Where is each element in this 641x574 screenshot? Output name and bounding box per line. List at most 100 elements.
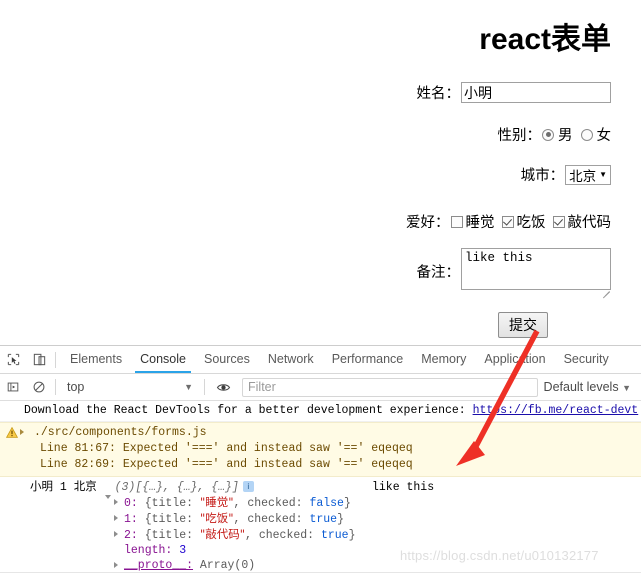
react-devtools-link[interactable]: https://fb.me/react-devt [473,404,639,417]
tab-performance[interactable]: Performance [323,346,413,373]
tab-security[interactable]: Security [555,346,618,373]
devtools-tabbar: Elements Console Sources Network Perform… [0,346,641,374]
clear-console-icon[interactable] [26,374,52,400]
array-length-value: 3 [179,544,187,557]
array-item-mid: , checked: [233,497,310,510]
log-levels-label: Default levels [543,380,619,394]
hobby-checkbox-code[interactable] [552,215,565,228]
tab-memory[interactable]: Memory [412,346,475,373]
expand-arrow-icon[interactable] [114,499,118,505]
chevron-down-icon: ▼ [599,169,607,179]
expand-arrow-icon[interactable] [114,562,118,568]
form-row-hobby: 爱好： 睡觉 吃饭 敲代码 [406,211,611,232]
array-item-mid: , checked: [233,513,310,526]
console-filter-input[interactable]: Filter [242,377,538,397]
warning-line-2: Line 82:69: Expected '===' and instead s… [40,458,413,471]
hobby-label-sleep: 睡觉 [465,215,495,231]
name-input[interactable] [461,82,611,103]
info-badge-icon[interactable]: i [242,481,254,492]
array-item-open: {title: [144,513,200,526]
toolbar-divider [55,351,56,368]
gender-label-male: 男 [558,128,573,144]
execution-context-value: top [67,380,85,394]
gender-label: 性别： [497,128,542,144]
submit-button[interactable]: 提交 [498,312,548,338]
array-item-title: "敲代码" [199,527,246,541]
warning-line-1: Line 81:67: Expected '===' and instead s… [40,442,413,455]
gender-radio-female[interactable] [580,128,593,141]
tab-sources[interactable]: Sources [195,346,259,373]
array-item-2: 2: {title: "敲代码", checked: true} [6,527,641,543]
toggle-device-toolbar-icon[interactable] [26,347,52,373]
array-item-0: 0: {title: "睡觉", checked: false} [6,495,641,511]
array-length-row: length: 3 [6,543,641,558]
warning-triangle-icon [5,426,19,438]
tab-application[interactable]: Application [475,346,554,373]
tab-console[interactable]: Console [131,346,195,373]
remark-label: 备注： [416,264,461,281]
array-item-open: {title: [144,497,200,510]
react-form-page: react表单 姓名： 性别： 男 女 城市： 北京 ▼ 爱好： 睡觉 [0,0,641,345]
array-item-open: {title: [144,529,200,542]
log-remark-value: like this [372,481,435,494]
expand-arrow-icon[interactable] [114,515,118,521]
console-log-header: 小明 1 北京 (3)[{…}, {…}, {…}] i like this [6,479,641,499]
console-sidebar-toggle-icon[interactable] [0,374,26,400]
log-gender: 1 [59,481,67,494]
log-levels-dropdown[interactable]: Default levels ▼ [544,380,641,394]
screenshot-root: react表单 姓名： 性别： 男 女 城市： 北京 ▼ 爱好： 睡觉 [0,0,641,574]
console-message-react-devtools: Download the React DevTools for a better… [0,401,641,422]
live-expression-eye-icon[interactable] [210,374,236,400]
city-select[interactable]: 北京 ▼ [565,164,611,185]
react-devtools-text: Download the React DevTools for a better… [24,404,473,417]
form-row-remark: 备注： [416,248,611,299]
console-log-group: 小明 1 北京 (3)[{…}, {…}, {…}] i like this 0:… [0,477,641,573]
hobby-checkbox-eat[interactable] [501,215,514,228]
warning-file-row: ./src/components/forms.js [0,425,641,441]
expand-arrow-icon[interactable] [114,531,118,537]
array-item-checked: true [320,529,349,542]
form-row-city: 城市： 北京 ▼ [521,164,611,185]
city-label: 城市： [520,168,565,184]
array-preview: [{…}, {…}, {…}] [135,481,239,494]
console-filterbar: top ▼ Filter Default levels ▼ [0,374,641,401]
inspect-element-icon[interactable] [0,347,26,373]
array-item-mid: , checked: [245,529,321,542]
array-item-1: 1: {title: "吃饭", checked: true} [6,511,641,527]
hobby-label: 爱好： [406,215,450,231]
page-title: react表单 [479,23,611,56]
array-item-checked: true [309,513,338,526]
hobby-checkbox-sleep[interactable] [450,215,463,228]
remark-textarea[interactable] [461,248,611,290]
gender-radio-male[interactable] [542,128,554,141]
form-row-name: 姓名： [416,82,611,103]
hobby-label-code: 敲代码 [567,215,612,231]
array-item-close: } [343,497,351,510]
tab-elements[interactable]: Elements [61,346,131,373]
console-output: Download the React DevTools for a better… [0,401,641,573]
array-item-checked: false [309,497,344,510]
console-warning-group: ./src/components/forms.js Line 81:67: Ex… [0,422,641,477]
console-bottom-divider [0,572,641,573]
array-proto-value: Array(0) [199,559,256,572]
name-label: 姓名： [416,86,461,102]
array-count: (3) [114,481,136,494]
chevron-down-icon: ▼ [622,383,631,393]
form-row-submit: 提交 [498,312,548,338]
gender-label-female: 女 [596,128,612,144]
warning-file-path: ./src/components/forms.js [34,426,207,439]
array-item-index: 2: [124,529,138,542]
array-proto-row: __proto__: Array(0) [6,558,641,573]
form-row-gender: 性别： 男 女 [498,124,612,145]
tab-network[interactable]: Network [259,346,323,373]
expand-arrow-icon[interactable] [20,429,24,435]
execution-context-select[interactable]: top ▼ [61,380,201,394]
array-item-close: } [348,529,356,542]
log-city: 北京 [73,479,97,493]
remark-textarea-wrap [461,248,611,299]
array-item-index: 0: [124,497,138,510]
city-select-value: 北京 [569,168,597,185]
chevron-down-icon: ▼ [184,382,193,392]
array-proto-key[interactable]: __proto__: [124,559,193,572]
devtools-panel: Elements Console Sources Network Perform… [0,345,641,574]
